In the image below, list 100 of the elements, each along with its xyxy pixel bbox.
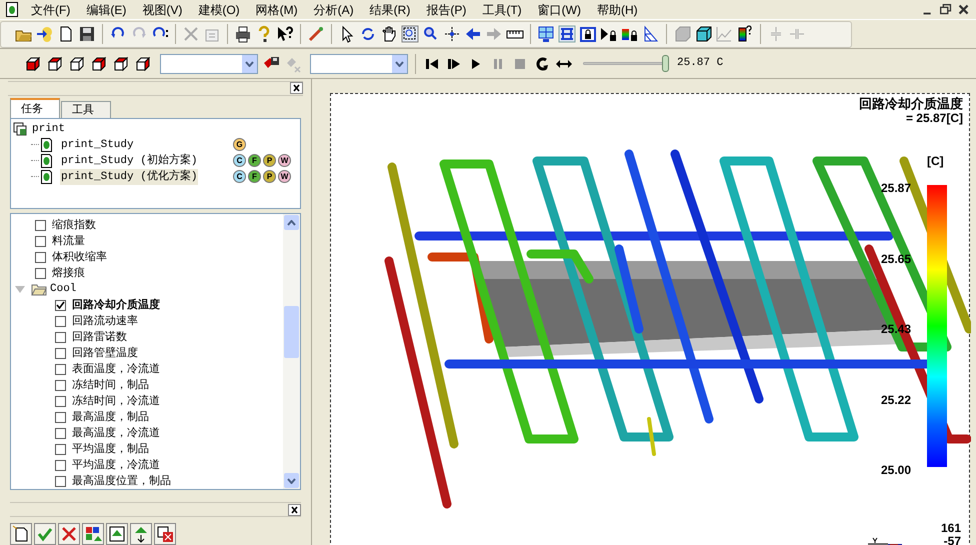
- result-item[interactable]: 体积收缩率: [52, 248, 107, 266]
- chevron-up-icon[interactable]: [287, 220, 296, 226]
- study-icon: [41, 138, 52, 152]
- status-badge: W: [278, 154, 291, 168]
- top-face-cube-icon[interactable]: [68, 54, 86, 72]
- scroll-thumb[interactable]: [284, 306, 299, 358]
- slider-thumb[interactable]: [662, 55, 669, 72]
- folder-item[interactable]: Cool: [50, 280, 76, 298]
- menu-item[interactable]: 结果(R): [364, 0, 416, 18]
- close-button[interactable]: [290, 82, 303, 94]
- status-badge: W: [278, 170, 291, 184]
- menu-item[interactable]: 工具(T): [477, 0, 527, 18]
- result-item[interactable]: 表面温度，冷流道: [72, 360, 160, 378]
- layers-icon[interactable]: [558, 25, 576, 43]
- project-name[interactable]: print: [32, 121, 66, 138]
- result-item[interactable]: 回路流动速率: [72, 312, 138, 330]
- bottom-cube-icon[interactable]: [134, 54, 152, 72]
- result-item[interactable]: 冻结时间，制品: [72, 376, 149, 394]
- grid-color-icon[interactable]: [84, 524, 102, 543]
- plot-title: 回路冷却介质温度: [859, 97, 963, 111]
- checkbox[interactable]: [55, 300, 66, 311]
- menu-item[interactable]: 网格(M): [250, 0, 303, 18]
- close-button[interactable]: [288, 504, 301, 516]
- pointer-help-icon[interactable]: [276, 25, 294, 43]
- delete-layers-icon[interactable]: [156, 524, 174, 543]
- menu-item[interactable]: 编辑(E): [81, 0, 132, 18]
- study-item[interactable]: print_Study (优化方案): [60, 168, 198, 186]
- right-face-cube-icon[interactable]: [46, 54, 64, 72]
- scroll-down-button[interactable]: [284, 473, 299, 488]
- save-icon[interactable]: [78, 25, 96, 43]
- menu-item[interactable]: 视图(V): [137, 0, 188, 18]
- checkbox[interactable]: [55, 444, 66, 455]
- result-item[interactable]: 最高温度位置，制品: [72, 472, 171, 490]
- dropdown[interactable]: [310, 54, 408, 74]
- color-legend-icon[interactable]: [736, 25, 754, 43]
- study-item[interactable]: print_Study: [60, 136, 135, 154]
- locked-frame-icon[interactable]: [579, 25, 597, 43]
- result-item[interactable]: 回路雷诺数: [72, 328, 127, 346]
- checkbox[interactable]: [55, 412, 66, 423]
- result-item[interactable]: 熔接痕: [52, 264, 85, 282]
- result-item[interactable]: 缩痕指数: [52, 216, 96, 234]
- checkbox[interactable]: [35, 236, 46, 247]
- result-item[interactable]: 回路冷却介质温度: [72, 296, 160, 314]
- side-cube-icon[interactable]: [112, 54, 130, 72]
- menu-item[interactable]: 报告(P): [421, 0, 472, 18]
- checkbox[interactable]: [55, 348, 66, 359]
- study-item[interactable]: print_Study (初始方案): [60, 152, 198, 170]
- triangle-mesh-icon[interactable]: [642, 25, 660, 43]
- plot-value: = 25.87[C]: [906, 111, 963, 125]
- status-badge: C: [233, 154, 246, 168]
- panel-tab[interactable]: 任务: [10, 98, 60, 118]
- corner-cube-icon[interactable]: [90, 54, 108, 72]
- checkbox[interactable]: [35, 252, 46, 263]
- menu-item[interactable]: 分析(A): [308, 0, 359, 18]
- menu-item[interactable]: 建模(O): [193, 0, 245, 18]
- menu-item[interactable]: 文件(F): [26, 0, 76, 18]
- scrollbar[interactable]: [283, 214, 300, 490]
- result-item[interactable]: 冻结时间，冷流道: [72, 392, 160, 410]
- checkbox[interactable]: [55, 460, 66, 471]
- left-arrow-icon[interactable]: [464, 25, 482, 43]
- panel-tab[interactable]: 工具: [61, 100, 111, 118]
- monitor-grid-icon[interactable]: [537, 25, 555, 43]
- solid-cube-icon[interactable]: [694, 25, 712, 43]
- result-item[interactable]: 最高温度，冷流道: [72, 424, 160, 442]
- folder-icon: [31, 282, 47, 296]
- scale-label: 25.00: [881, 462, 912, 479]
- app-icon[interactable]: [6, 2, 18, 17]
- front-face-cube-icon[interactable]: [24, 54, 42, 72]
- printer-icon[interactable]: [234, 25, 252, 43]
- hand-icon[interactable]: [380, 25, 398, 43]
- checkbox[interactable]: [55, 316, 66, 327]
- status-badge: P: [263, 154, 276, 168]
- result-item[interactable]: 回路管壁温度: [72, 344, 138, 362]
- result-item[interactable]: 料流量: [52, 232, 85, 250]
- wand-icon[interactable]: [307, 25, 325, 43]
- study-icon: [41, 170, 52, 184]
- result-item[interactable]: 平均温度，制品: [72, 440, 149, 458]
- checkbox[interactable]: [55, 396, 66, 407]
- scroll-up-button[interactable]: [284, 215, 299, 230]
- checkbox[interactable]: [55, 332, 66, 343]
- checkbox[interactable]: [55, 428, 66, 439]
- zoom-box-icon[interactable]: [401, 25, 419, 43]
- slider-reading: 25.87 C: [677, 56, 724, 72]
- new-item-icon[interactable]: [12, 524, 30, 543]
- menu-item[interactable]: 帮助(H): [592, 0, 643, 18]
- checkbox[interactable]: [35, 220, 46, 231]
- result-item[interactable]: 最高温度，制品: [72, 408, 149, 426]
- rotate-icon[interactable]: [359, 25, 377, 43]
- checkbox[interactable]: [55, 380, 66, 391]
- play-lock-icon[interactable]: [600, 25, 618, 43]
- checkbox[interactable]: [35, 268, 46, 279]
- menu-item[interactable]: 窗口(W): [532, 0, 586, 18]
- checkbox[interactable]: [55, 364, 66, 375]
- checkbox[interactable]: [55, 476, 66, 487]
- crosshair-icon[interactable]: [443, 25, 461, 43]
- result-item[interactable]: 平均温度，冷流道: [72, 456, 160, 474]
- chevron-down-icon[interactable]: [395, 60, 404, 66]
- chevron-down-icon[interactable]: [245, 60, 254, 66]
- chevron-down-icon[interactable]: [287, 478, 296, 484]
- close-icon[interactable]: [60, 524, 78, 543]
